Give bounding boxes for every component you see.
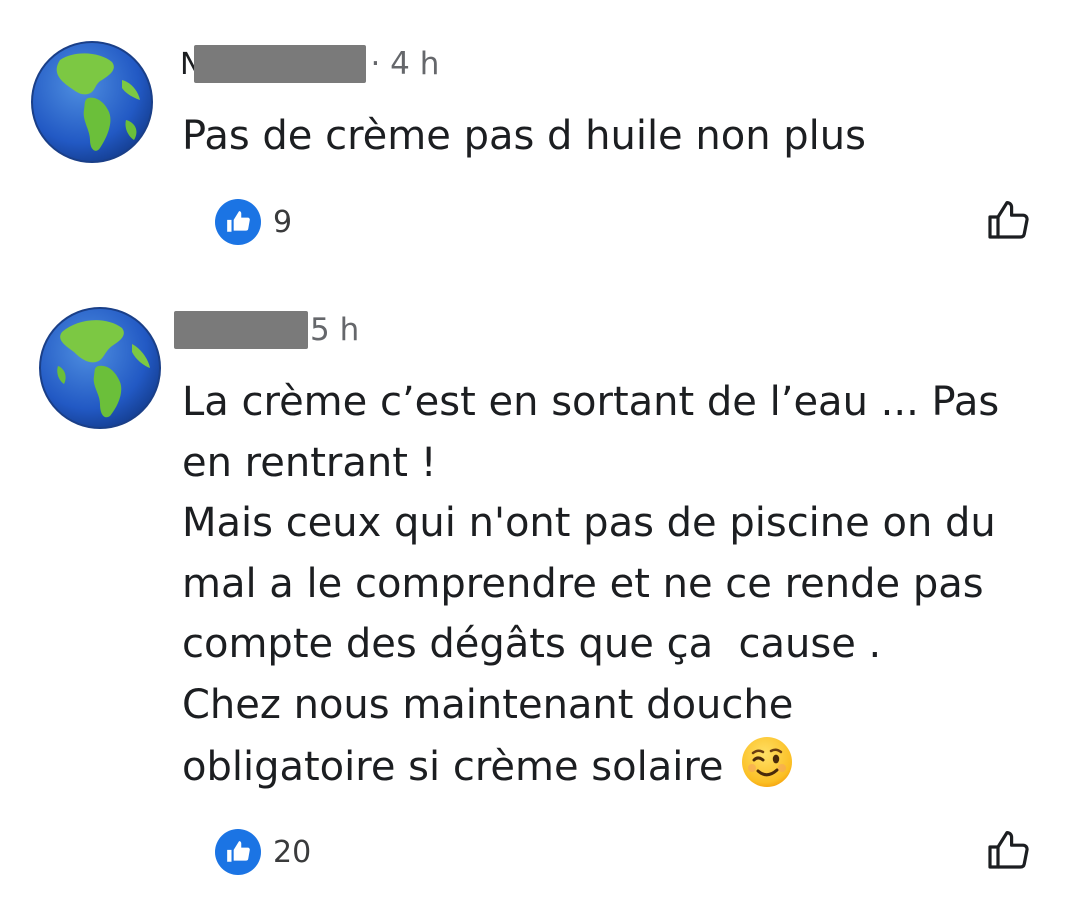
like-reaction-badge: [215, 199, 261, 245]
thumbs-up-outline-icon: [988, 831, 1029, 869]
like-button[interactable]: [982, 194, 1034, 246]
comment-text-line: Chez nous maintenant douche: [182, 681, 794, 728]
thumbs-up-icon: [227, 211, 250, 232]
thumbs-up-icon: [227, 841, 250, 862]
comment-text-line: en rentrant !: [182, 439, 437, 486]
comment-text-line: mal a le comprendre et ne ce rende pas: [182, 560, 984, 607]
like-count: 9: [273, 204, 293, 240]
like-count: 20: [273, 834, 312, 870]
thumbs-up-outline-icon: [988, 201, 1029, 239]
author-name-redacted[interactable]: [194, 45, 367, 83]
comment-timestamp: · 4 h: [370, 46, 440, 82]
reaction-summary[interactable]: 20: [215, 828, 311, 876]
comment-timestamp: 5 h: [310, 312, 360, 348]
avatar[interactable]: [38, 306, 162, 430]
globe-icon: [39, 307, 161, 429]
like-reaction-badge: [215, 829, 261, 875]
winking-face-emoji: [740, 735, 794, 789]
globe-icon: [31, 41, 153, 163]
comment-text: La crème c’est en sortant de l’eau ... P…: [182, 372, 1062, 798]
comment-text-line: La crème c’est en sortant de l’eau ... P…: [182, 379, 1000, 425]
avatar[interactable]: [30, 40, 154, 164]
comment-header: N · 4 h: [180, 42, 439, 86]
comment-2: 5 h La crème c’est en sortant de l’eau .…: [0, 280, 1080, 909]
like-button[interactable]: [982, 824, 1034, 876]
comment-text-line: obligatoire si crème solaire: [182, 744, 724, 790]
comment-text-line: Pas de crème pas d huile non plus: [182, 113, 866, 159]
comment-1: N · 4 h Pas de crème pas d huile non plu…: [0, 0, 1080, 280]
comment-header: 5 h: [174, 308, 360, 352]
comment-text-line: compte des dégâts que ça cause .: [182, 621, 882, 667]
comment-text-line: Mais ceux qui n'ont pas de piscine on du: [182, 500, 996, 546]
author-name-redacted[interactable]: [174, 311, 308, 349]
reaction-summary[interactable]: 9: [215, 198, 292, 246]
comment-text: Pas de crème pas d huile non plus: [182, 106, 1062, 167]
comment-text-last-line: obligatoire si crème solaire: [182, 735, 1062, 798]
